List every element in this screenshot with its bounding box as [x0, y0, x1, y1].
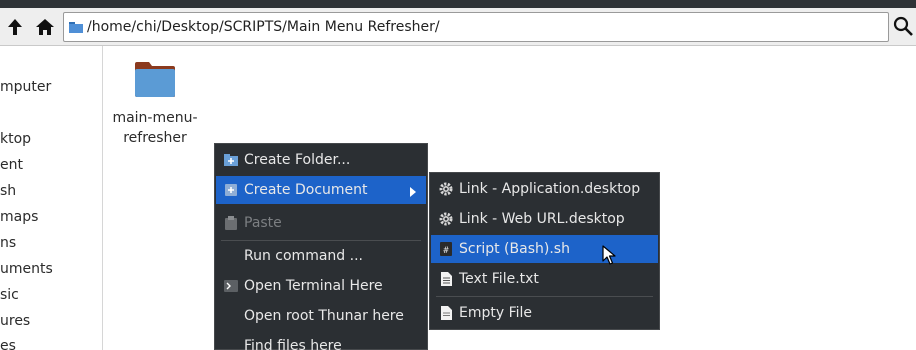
menu-separator: [221, 240, 421, 241]
paste-icon: [224, 216, 238, 230]
location-path: /home/chi/Desktop/SCRIPTS/Main Menu Refr…: [87, 19, 440, 35]
go-up-button[interactable]: [3, 15, 27, 39]
new-document-icon: [224, 183, 238, 197]
submenu-item-empty-file[interactable]: Empty File: [431, 299, 658, 327]
context-menu: Create Folder... Create Document Paste R…: [214, 143, 428, 350]
submenu-item-text-file[interactable]: Text File.txt: [431, 265, 658, 293]
mouse-cursor-icon: [602, 245, 616, 269]
sidebar-item-videos[interactable]: es: [0, 338, 16, 350]
gear-icon: [439, 182, 453, 196]
search-button[interactable]: [893, 16, 916, 40]
sidebar-item-desktop[interactable]: ktop: [0, 131, 31, 147]
text-file-icon: [439, 272, 453, 286]
up-arrow-icon: [7, 18, 23, 36]
location-bar[interactable]: /home/chi/Desktop/SCRIPTS/Main Menu Refr…: [63, 12, 889, 42]
sidebar-item-trash[interactable]: sh: [0, 183, 16, 199]
menu-item-create-folder[interactable]: Create Folder...: [216, 146, 426, 174]
submenu-item-script-bash[interactable]: # Script (Bash).sh: [431, 235, 658, 263]
chevron-right-icon: [410, 185, 416, 201]
home-button[interactable]: [33, 15, 57, 39]
sidebar-item-ns[interactable]: ns: [0, 235, 16, 251]
empty-file-icon: [439, 306, 453, 320]
sidebar: mputer ktop ent sh maps ns uments sic ur…: [0, 46, 103, 350]
folder-icon: [69, 21, 83, 37]
window-title-strip: [0, 0, 916, 8]
terminal-icon: [224, 279, 238, 293]
create-document-submenu: Link - Application.desktop Link - Web UR…: [429, 172, 660, 330]
svg-text:#: #: [443, 246, 449, 256]
home-icon: [35, 18, 55, 36]
sidebar-item-pictures[interactable]: ures: [0, 313, 30, 329]
file-name: main-menu-refresher: [112, 110, 198, 146]
menu-item-find-files[interactable]: Find files here: [216, 332, 426, 350]
menu-item-run-command[interactable]: Run command ...: [216, 242, 426, 270]
search-icon: [893, 16, 913, 42]
sidebar-item-bitmaps[interactable]: maps: [0, 209, 38, 225]
sidebar-item-computer[interactable]: mputer: [0, 79, 51, 95]
sidebar-item-documents[interactable]: uments: [0, 261, 53, 277]
menu-item-paste: Paste: [216, 209, 426, 237]
script-icon: #: [439, 242, 453, 256]
menu-item-open-terminal[interactable]: Open Terminal Here: [216, 272, 426, 300]
sidebar-item-music[interactable]: sic: [0, 287, 19, 303]
submenu-item-link-application[interactable]: Link - Application.desktop: [431, 175, 658, 203]
toolbar: /home/chi/Desktop/SCRIPTS/Main Menu Refr…: [0, 8, 916, 46]
new-folder-icon: [224, 153, 238, 167]
file-item-folder[interactable]: main-menu-refresher: [112, 56, 198, 148]
menu-item-open-root-thunar[interactable]: Open root Thunar here: [216, 302, 426, 330]
submenu-separator: [436, 296, 653, 297]
gear-icon: [439, 212, 453, 226]
submenu-item-link-web-url[interactable]: Link - Web URL.desktop: [431, 205, 658, 233]
folder-icon: [112, 60, 198, 102]
sidebar-item-recent[interactable]: ent: [0, 157, 23, 173]
menu-item-create-document[interactable]: Create Document: [216, 176, 426, 204]
